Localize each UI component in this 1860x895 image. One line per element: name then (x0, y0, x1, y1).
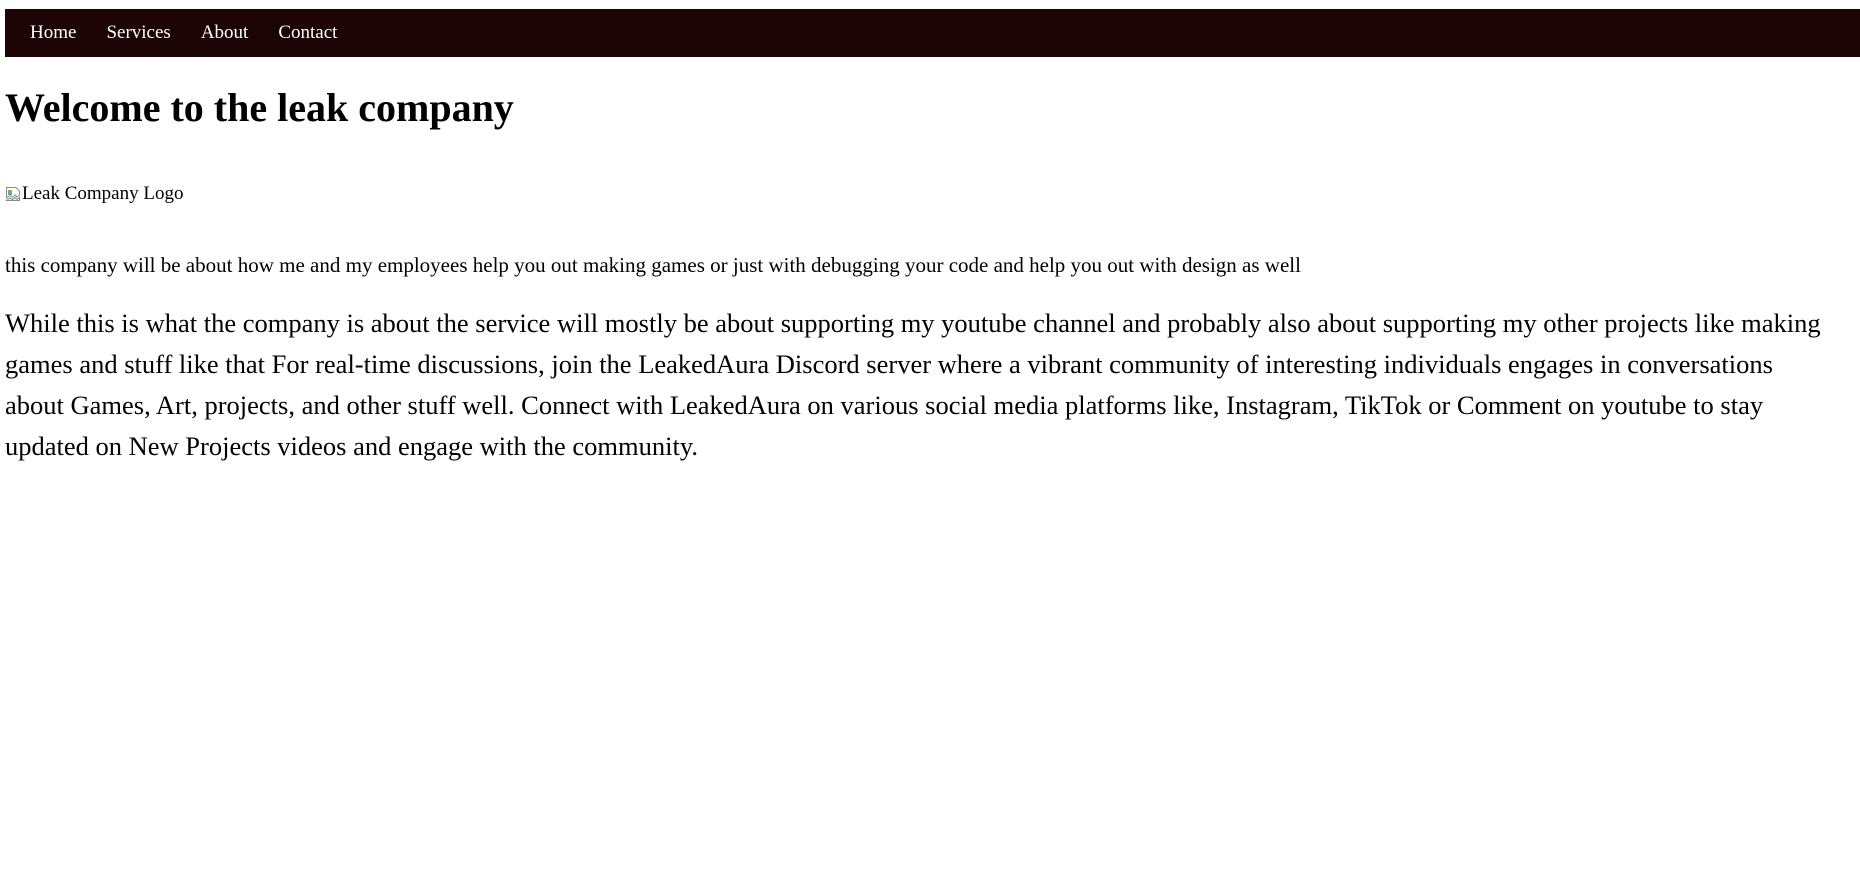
body-line: While this is what the company is about … (5, 308, 1821, 338)
nav-link-about[interactable]: About (201, 9, 249, 57)
nav-list: Home Services About Contact (5, 9, 367, 57)
intro-paragraph: this company will be about how me and my… (5, 253, 1301, 277)
page-title: Welcome to the leak company (5, 85, 514, 130)
body-paragraph: While this is what the company is about … (5, 303, 1860, 467)
body-line: updated on New Projects videos and engag… (5, 431, 699, 461)
logo-alt-text: Leak Company Logo (22, 183, 184, 204)
broken-image-icon (5, 186, 21, 202)
top-navbar: Home Services About Contact (5, 9, 1860, 57)
nav-link-contact[interactable]: Contact (278, 9, 337, 57)
body-line: games and stuff like that For real-time … (5, 349, 1773, 379)
nav-link-home[interactable]: Home (30, 9, 76, 57)
page: Home Services About Contact Welcome to t… (0, 0, 1860, 895)
company-logo: Leak Company Logo (5, 182, 183, 206)
body-line: about Games, Art, projects, and other st… (5, 390, 1764, 420)
nav-link-services[interactable]: Services (106, 9, 170, 57)
